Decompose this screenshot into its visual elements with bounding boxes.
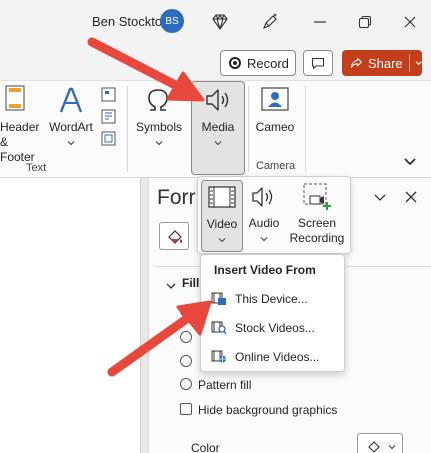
cameo-button[interactable]: Cameo xyxy=(252,120,298,135)
comment-button[interactable] xyxy=(303,50,333,76)
slide-canvas[interactable] xyxy=(0,178,141,453)
screen-recording-label-1: Screen xyxy=(297,216,337,230)
color-label: Color xyxy=(191,441,220,453)
film-strip-icon xyxy=(208,186,236,208)
menu-item-this-device[interactable]: This Device... xyxy=(211,288,308,310)
device-video-icon xyxy=(211,292,226,305)
menu-item-stock-videos[interactable]: Stock Videos... xyxy=(211,317,315,339)
speaker-icon xyxy=(252,187,273,207)
media-label: Media xyxy=(201,120,235,134)
share-button[interactable]: Share xyxy=(342,50,422,76)
share-label: Share xyxy=(367,55,403,71)
record-button[interactable]: Record xyxy=(220,50,296,76)
chevron-down-icon xyxy=(218,238,226,243)
online-videos-label: Online Videos... xyxy=(235,350,320,364)
share-separator xyxy=(408,54,410,72)
ribbon-collapse-chevron-icon[interactable] xyxy=(403,156,417,168)
chevron-down-icon xyxy=(67,141,75,146)
fill-radio[interactable] xyxy=(180,331,192,343)
this-device-label: This Device... xyxy=(235,292,308,306)
screen-recording-icon xyxy=(303,183,331,210)
group-separator xyxy=(127,86,128,172)
chevron-down-icon xyxy=(260,237,268,242)
record-label: Record xyxy=(247,55,289,71)
video-label: Video xyxy=(206,217,238,231)
symbols-label: Symbols xyxy=(135,120,182,134)
pattern-fill-radio[interactable] xyxy=(180,378,192,390)
fill-radio[interactable] xyxy=(180,355,192,367)
comment-icon xyxy=(311,57,325,69)
color-picker-button[interactable] xyxy=(357,433,403,453)
header-footer-icon xyxy=(0,84,44,114)
fill-radio[interactable] xyxy=(180,305,192,317)
hide-background-checkbox[interactable] xyxy=(180,403,192,415)
paint-bucket-icon xyxy=(368,441,380,453)
fill-collapse-chevron-icon[interactable] xyxy=(166,279,176,289)
wordart-label: WordArt xyxy=(49,120,93,134)
fill-heading[interactable]: Fill xyxy=(182,276,199,290)
camera-group-label: Camera xyxy=(256,160,296,172)
audio-button[interactable]: Audio xyxy=(247,180,281,252)
pane-options-chevron-icon[interactable] xyxy=(373,192,387,202)
wordart-icon xyxy=(57,86,85,114)
media-dropdown-panel: Video Audio Screen Recording xyxy=(197,176,351,254)
restore-icon[interactable] xyxy=(350,7,380,37)
chevron-down-icon xyxy=(214,141,222,146)
chevron-down-icon[interactable] xyxy=(415,60,422,66)
screen-recording-label: Screen Recording xyxy=(286,216,348,246)
diamond-icon[interactable] xyxy=(205,7,235,37)
header-footer-label-2: & Footer xyxy=(0,135,35,164)
media-button[interactable]: Media xyxy=(191,81,245,175)
text-small-icons[interactable] xyxy=(100,86,118,152)
insert-video-menu: Insert Video From This Device... Stock V… xyxy=(200,254,345,372)
stock-videos-label: Stock Videos... xyxy=(235,321,315,335)
fill-tab[interactable] xyxy=(159,222,189,250)
chevron-down-icon xyxy=(155,141,163,146)
symbols-button[interactable]: Symbols xyxy=(133,120,185,150)
omega-icon xyxy=(146,86,170,114)
insert-video-heading: Insert Video From xyxy=(214,263,316,277)
group-separator xyxy=(305,86,306,172)
minimize-icon[interactable] xyxy=(305,7,335,37)
header-footer-label-1: Header xyxy=(0,120,40,134)
text-group-label: Text xyxy=(26,162,47,174)
audio-label: Audio xyxy=(248,216,280,230)
stock-video-search-icon xyxy=(211,321,227,335)
hide-background-label: Hide background graphics xyxy=(198,403,338,417)
wordart-button[interactable]: WordArt xyxy=(46,120,96,150)
menu-item-online-videos[interactable]: Online Videos... xyxy=(211,346,320,368)
group-separator xyxy=(248,86,249,172)
share-icon xyxy=(350,57,363,68)
paint-bucket-icon xyxy=(168,230,182,244)
record-icon xyxy=(229,57,241,69)
cameo-icon xyxy=(260,86,290,114)
close-icon[interactable] xyxy=(395,7,425,37)
chevron-down-icon xyxy=(388,445,396,450)
online-video-globe-icon xyxy=(211,350,226,363)
user-name[interactable]: Ben Stockton xyxy=(92,14,169,29)
avatar[interactable]: BS xyxy=(160,9,184,33)
header-footer-button[interactable]: Header & Footer xyxy=(0,120,44,165)
video-button[interactable]: Video xyxy=(201,180,243,252)
pane-close-icon[interactable] xyxy=(404,190,418,204)
pen-sparkle-icon[interactable] xyxy=(255,7,285,37)
screen-recording-button[interactable]: Screen Recording xyxy=(286,180,348,252)
format-pane-title: Forr xyxy=(157,186,196,209)
pattern-fill-label: Pattern fill xyxy=(198,378,252,392)
screen-recording-label-2: Recording xyxy=(289,231,345,245)
speaker-icon xyxy=(206,89,229,111)
